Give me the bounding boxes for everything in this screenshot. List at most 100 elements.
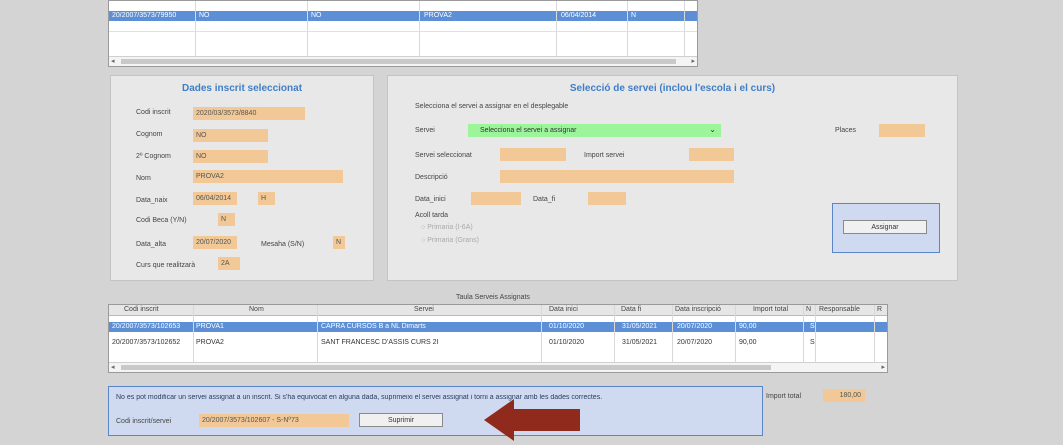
cell-nom: PROVA2 [196, 339, 224, 346]
label-nom: Nom [136, 175, 151, 182]
label-data-fi: Data_fi [533, 196, 556, 203]
label-import-servei: Import servei [584, 152, 625, 159]
field-curs: 2A [218, 257, 240, 270]
field-mesaha: N [333, 236, 345, 249]
cell-servei: CAPRA CURSOS B a NL Dimarts [321, 323, 426, 330]
cell-data-inici: 01/10/2020 [549, 339, 585, 346]
cell-n: S [810, 323, 815, 330]
field-codi-beca: N [218, 213, 235, 226]
col-r: R [877, 306, 883, 313]
radio-grans[interactable]: ○ Primaria (Grans) [421, 237, 479, 244]
col-import-total: Import total [753, 306, 789, 313]
scroll-right-icon[interactable]: ▸ [881, 363, 885, 371]
col-data-fi: Data fi [621, 306, 642, 313]
cell-cognom: NO [199, 12, 210, 19]
service-select[interactable]: Selecciona el servei a assignar ⌄ [468, 124, 721, 137]
horizontal-scrollbar[interactable]: ◂ ▸ [109, 56, 697, 66]
col-data-inici: Data inici [549, 306, 578, 313]
scroll-left-icon[interactable]: ◂ [111, 57, 115, 65]
table-row[interactable]: 20/2007/3573/79950 NO NO PROVA2 06/04/20… [109, 11, 697, 21]
cell-beca: N [631, 12, 637, 19]
label-data-inici: Data_inici [415, 196, 446, 203]
field-codi-inscrit: 2020/03/3573/8840 [193, 107, 305, 120]
field-import-total: 180,00 [823, 389, 865, 402]
enrolled-details-panel: Dades inscrit seleccionat Codi inscrit 2… [110, 75, 374, 281]
panel-title: Selecció de servei (inclou l'escola i el… [569, 83, 776, 94]
scroll-left-icon[interactable]: ◂ [111, 363, 115, 371]
table-row[interactable]: 20/2007/3573/102653 PROVA1 CAPRA CURSOS … [109, 322, 887, 332]
delete-button[interactable]: Suprimir [359, 413, 443, 427]
top-services-table[interactable]: 20/2007/3573/79950 NO NO PROVA2 06/04/20… [108, 0, 698, 67]
field-data-naix: 06/04/2014 [193, 192, 237, 205]
field-data-alta: 20/07/2020 [193, 236, 237, 249]
label-data-alta: Data_alta [136, 241, 166, 248]
label-mesaha: Mesaha (S/N) [261, 241, 305, 248]
cell-codi: 20/2007/3573/102652 [112, 339, 181, 346]
field-cognom2: NO [193, 150, 268, 163]
field-servei-seleccionat [500, 148, 566, 161]
col-responsable: Responsable [819, 306, 860, 313]
label-codi-inscrit: Codi inscrit [136, 109, 171, 116]
warning-message: No es pot modificar un servei assignat a… [116, 394, 603, 401]
cell-servei: SANT FRANCESC D'ASSIS CURS 2I [321, 339, 439, 346]
field-data-inici [471, 192, 521, 205]
chevron-down-icon: ⌄ [709, 125, 716, 134]
label-codi-servei: Codi inscrit/servei [116, 418, 172, 425]
label-acollida: Acoll tarda [415, 212, 449, 219]
label-servei-seleccionat: Servei seleccionat [415, 152, 472, 159]
label-codi-beca: Codi Beca (Y/N) [136, 217, 187, 224]
cell-codi: 20/2007/3573/102653 [112, 323, 181, 330]
col-n: N [806, 306, 812, 313]
col-servei: Servei [414, 306, 434, 313]
cell-nom: PROVA1 [196, 323, 224, 330]
delete-assignment-panel: No es pot modificar un servei assignat a… [108, 386, 763, 436]
col-codi: Codi inscrit [124, 306, 159, 313]
field-places [879, 124, 925, 137]
label-data-naix: Data_naix [136, 197, 168, 204]
cell-codi: 20/2007/3573/79950 [112, 12, 177, 19]
assigned-services-table[interactable]: Codi inscrit Nom Servei Data inici Data … [108, 304, 888, 373]
label-import-total: Import total [766, 393, 802, 400]
label-servei: Servei [415, 127, 435, 134]
col-data-inscripcio: Data inscripció [675, 306, 721, 313]
radio-label: Primaria (I-6A) [427, 224, 473, 231]
field-codi-servei: 20/2007/3573/102607 - S-Nº73 [199, 414, 349, 427]
cell-data-inici: 01/10/2020 [549, 323, 585, 330]
field-sexe: H [258, 192, 275, 205]
field-cognom: NO [193, 129, 268, 142]
cell-data-fi: 31/05/2021 [622, 323, 658, 330]
label-places: Places [835, 127, 857, 134]
cell-nom: PROVA2 [424, 12, 452, 19]
field-descripcio [500, 170, 734, 183]
field-import-servei [689, 148, 734, 161]
label-cognom2: 2º Cognom [136, 153, 171, 160]
label-descripcio: Descripció [415, 174, 448, 181]
radio-label: Primaria (Grans) [427, 237, 479, 244]
service-select-value: Selecciona el servei a assignar [480, 127, 577, 134]
label-cognom: Cognom [136, 131, 163, 138]
cell-cognom2: NO [311, 12, 322, 19]
radio-primaria[interactable]: ○ Primaria (I-6A) [421, 224, 473, 231]
horizontal-scrollbar[interactable]: ◂ ▸ [109, 362, 887, 372]
panel-title: Dades inscrit seleccionat [181, 83, 303, 94]
instruction-text: Selecciona el servei a assignar en el de… [415, 103, 569, 110]
left-arrow-icon [484, 399, 580, 441]
cell-import: 90,00 [739, 339, 757, 346]
assigned-table-caption: Taula Serveis Assignats [456, 294, 530, 301]
assign-button[interactable]: Assignar [843, 220, 927, 234]
assign-button-frame: Assignar [832, 203, 940, 253]
field-nom: PROVA2 [193, 170, 343, 183]
service-selection-panel: Selecció de servei (inclou l'escola i el… [387, 75, 958, 281]
label-curs: Curs que realitzarà [136, 262, 196, 269]
table-header: Codi inscrit Nom Servei Data inici Data … [109, 305, 887, 316]
cell-data-inscripcio: 20/07/2020 [677, 323, 713, 330]
cell-data: 06/04/2014 [561, 12, 597, 19]
cell-import: 90,00 [739, 323, 757, 330]
cell-data-inscripcio: 20/07/2020 [677, 339, 713, 346]
field-data-fi [588, 192, 626, 205]
scroll-right-icon[interactable]: ▸ [691, 57, 695, 65]
cell-n: S [810, 339, 815, 346]
table-row[interactable]: 20/2007/3573/102652 PROVA2 SANT FRANCESC… [109, 338, 887, 348]
cell-data-fi: 31/05/2021 [622, 339, 658, 346]
col-nom: Nom [249, 306, 264, 313]
